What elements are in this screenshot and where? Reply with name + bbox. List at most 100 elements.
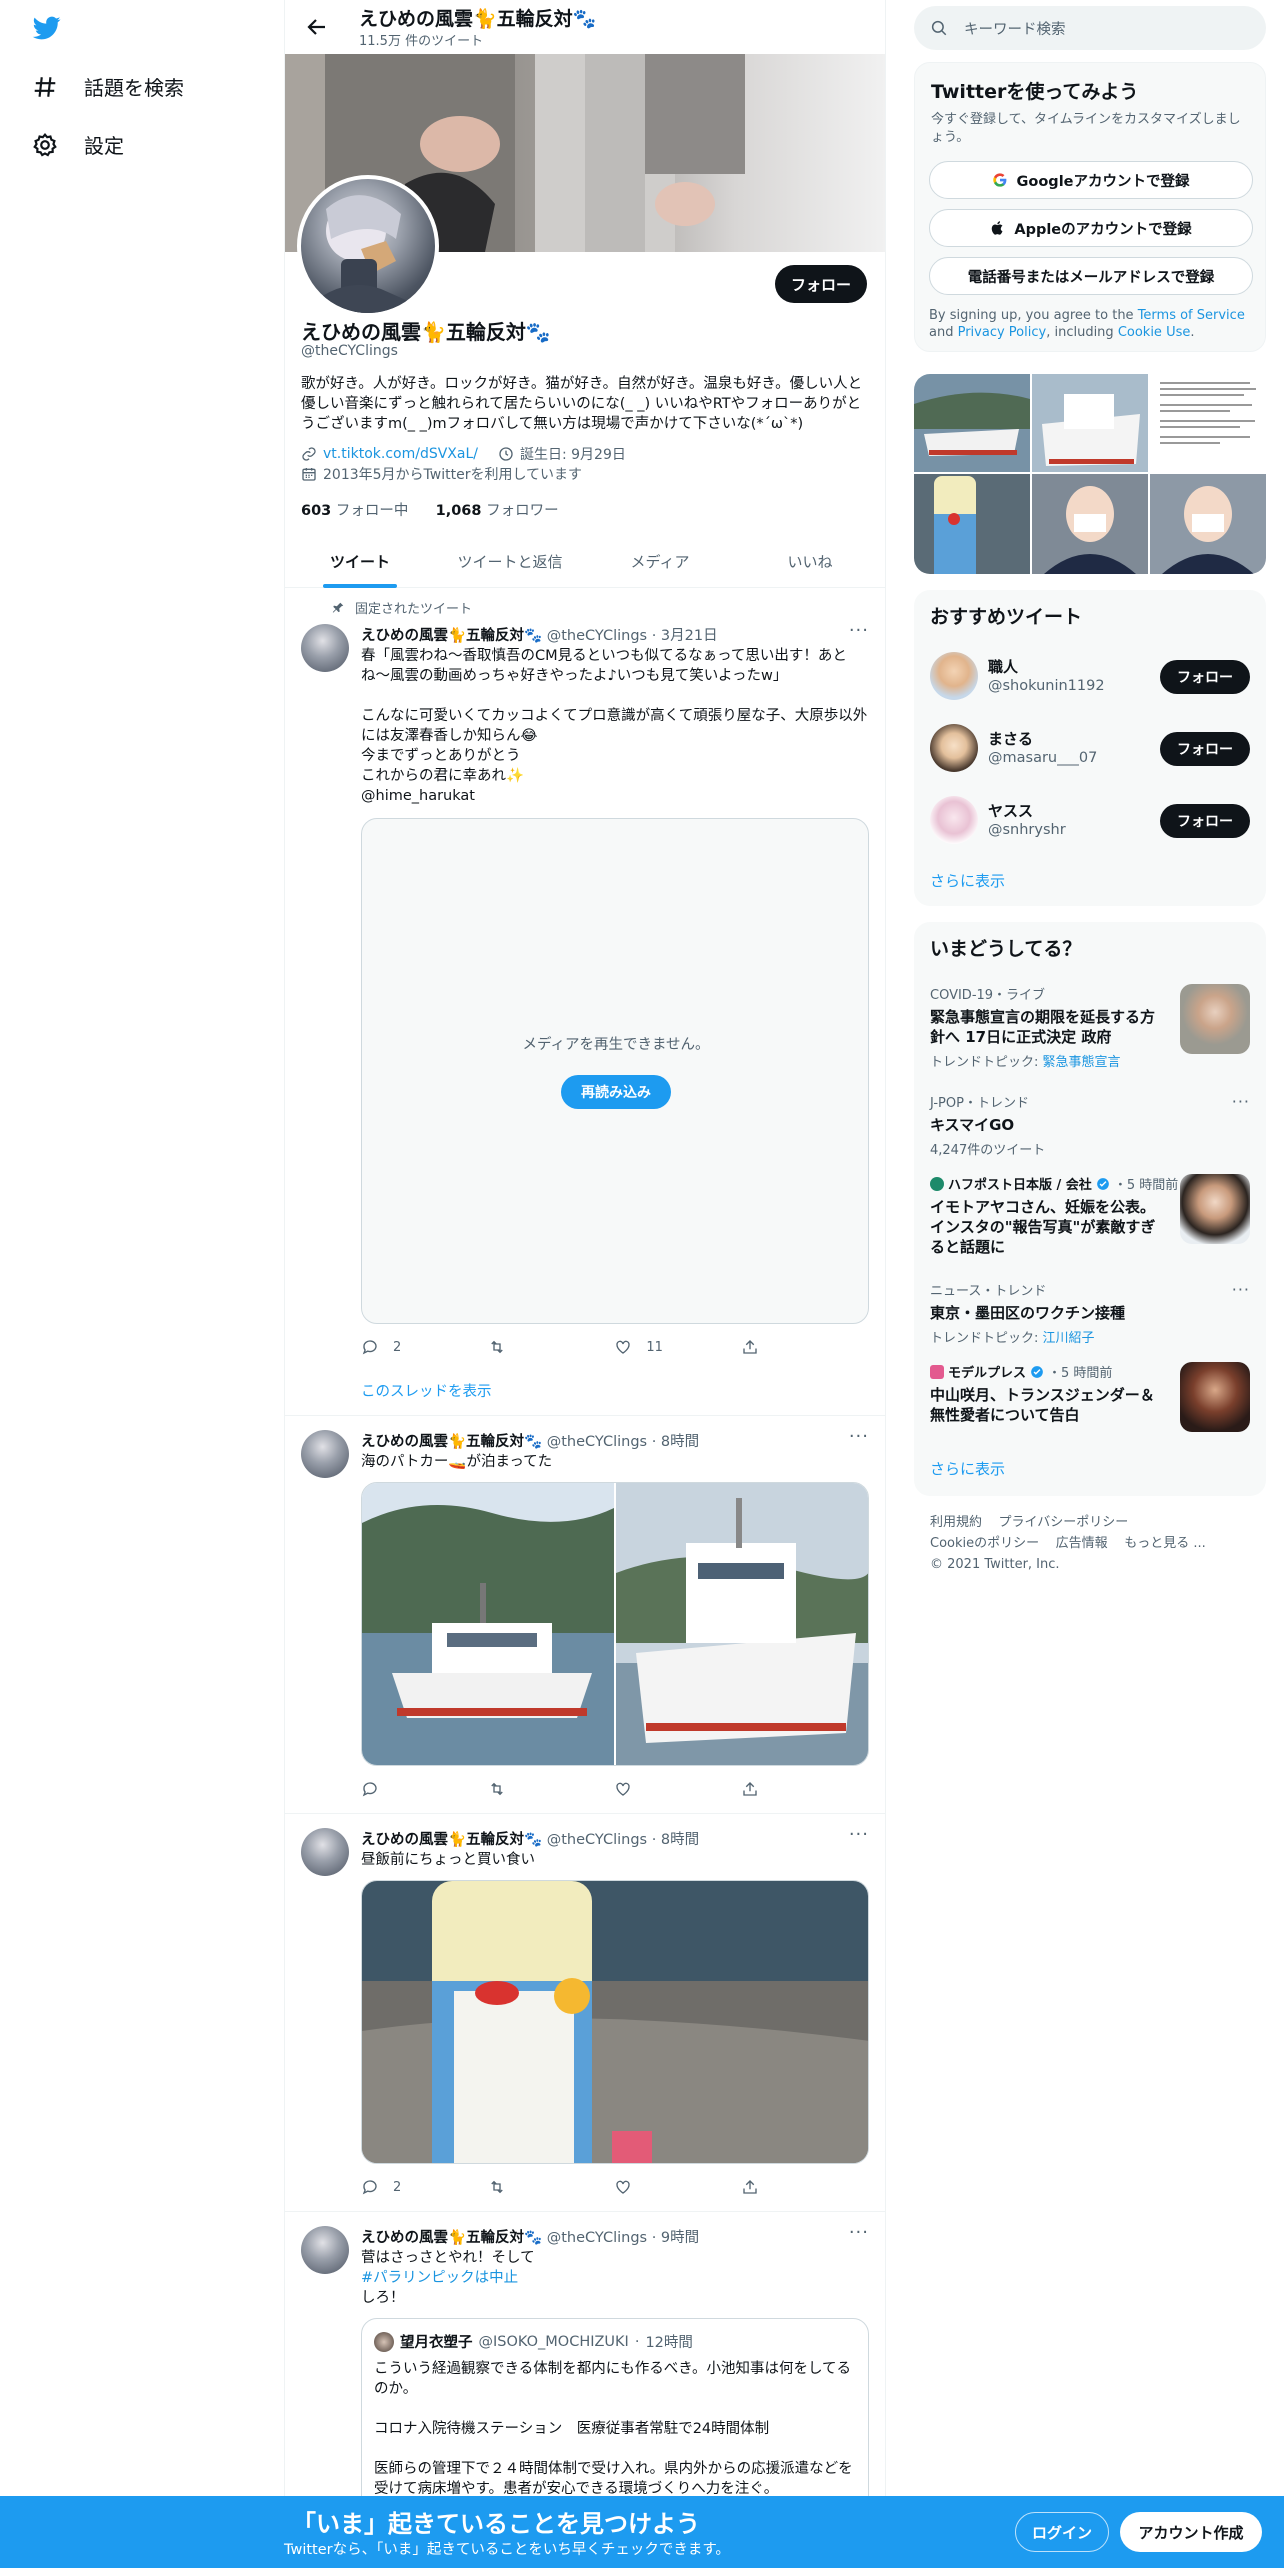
- nav-explore[interactable]: 話題を検索: [32, 72, 184, 101]
- more-options-icon[interactable]: ···: [849, 1426, 869, 1447]
- tweet-author-name[interactable]: えひめの風雲🐈五輪反対🐾: [361, 1832, 542, 1848]
- profile-header-bar: えひめの風雲🐈五輪反対🐾 11.5万 件のツイート: [285, 0, 885, 54]
- tweet-time[interactable]: 8時間: [661, 1832, 699, 1848]
- profile-handle: @theCYClings: [301, 343, 398, 359]
- cookie-link[interactable]: Cookie Use: [1118, 325, 1191, 340]
- quoted-tweet[interactable]: 望月衣塑子 @ISOKO_MOCHIZUKI · 12時間 こういう経過観察できる体…: [361, 2318, 869, 2518]
- tweet-pinned[interactable]: 固定されたツイート えひめの風雲🐈五輪反対🐾 @theCYClings · 3月…: [285, 588, 885, 1416]
- like-button[interactable]: [614, 1780, 714, 1798]
- tweet-avatar[interactable]: [301, 1430, 349, 1478]
- tweet-quote[interactable]: えひめの風雲🐈五輪反対🐾 @theCYClings · 9時間 ··· 菅はさっ…: [285, 2212, 885, 2518]
- more-options-icon[interactable]: ···: [849, 1824, 869, 1845]
- like-button[interactable]: 11: [614, 1338, 714, 1356]
- tab-tweets-replies[interactable]: ツイートと返信: [435, 536, 585, 587]
- tweet-author-name[interactable]: えひめの風雲🐈五輪反対🐾: [361, 2230, 542, 2246]
- tweet-boat[interactable]: えひめの風雲🐈五輪反対🐾 @theCYClings · 8時間 ··· 海のパト…: [285, 1416, 885, 1814]
- trend-topic-link[interactable]: 江川紹子: [1043, 1331, 1095, 1346]
- share-button[interactable]: [741, 1338, 781, 1356]
- drink-photo[interactable]: [362, 1881, 869, 2164]
- reply-button[interactable]: 2: [361, 1338, 461, 1356]
- following-link[interactable]: 603 フォロー中: [301, 503, 408, 519]
- trend-item[interactable]: ニュース・トレンド 東京・墨田区のワクチン接種 トレンドトピック: 江川紹子 ·…: [930, 1280, 1250, 1346]
- recommended-follow-button[interactable]: フォロー: [1160, 804, 1250, 838]
- recommended-follow-button[interactable]: フォロー: [1160, 732, 1250, 766]
- profile-avatar[interactable]: [297, 175, 439, 317]
- share-button[interactable]: [741, 2178, 781, 2196]
- twitter-logo-icon[interactable]: [30, 14, 64, 42]
- tweet-photos[interactable]: [361, 1880, 869, 2164]
- recommended-user-row[interactable]: まさる @masaru___07 フォロー: [930, 718, 1250, 778]
- tab-tweets[interactable]: ツイート: [285, 536, 435, 588]
- phone-email-signup-button[interactable]: 電話番号またはメールアドレスで登録: [929, 257, 1253, 295]
- trend-item[interactable]: COVID-19・ライブ 緊急事態宣言の期限を延長する方針へ 17日に正式決定 …: [930, 984, 1250, 1080]
- recommended-user-row[interactable]: 職人 @shokunin1192 フォロー: [930, 646, 1250, 706]
- recommended-user-row[interactable]: ヤスス @snhryshr フォロー: [930, 790, 1250, 850]
- more-options-icon[interactable]: ···: [849, 620, 869, 641]
- retweet-button[interactable]: [488, 1780, 588, 1798]
- trends-show-more[interactable]: さらに表示: [930, 1458, 1005, 1479]
- login-button[interactable]: ログイン: [1015, 2512, 1109, 2552]
- nav-settings[interactable]: 設定: [32, 130, 124, 159]
- like-button[interactable]: [614, 2178, 714, 2196]
- recommended-avatar[interactable]: [930, 796, 978, 844]
- terms-and: and: [929, 325, 958, 340]
- tab-likes[interactable]: いいね: [735, 536, 885, 587]
- tweet-avatar[interactable]: [301, 1828, 349, 1876]
- footer-more-link[interactable]: もっと見る ...: [1124, 1536, 1206, 1551]
- reload-button[interactable]: 再読み込み: [561, 1075, 671, 1109]
- recommended-show-more[interactable]: さらに表示: [930, 870, 1005, 891]
- show-thread-link[interactable]: このスレッドを表示: [361, 1380, 492, 1401]
- tweet-author-handle[interactable]: @theCYClings: [547, 1832, 647, 1848]
- footer-ads-link[interactable]: 広告情報: [1056, 1536, 1108, 1551]
- footer-terms-link[interactable]: 利用規約: [930, 1515, 982, 1530]
- google-signup-button[interactable]: Googleアカウントで登録: [929, 161, 1253, 199]
- boat-photo-1[interactable]: [362, 1483, 614, 1766]
- footer-cookie-link[interactable]: Cookieのポリシー: [930, 1536, 1039, 1551]
- trend-item[interactable]: モデルプレス ・5 時間前 中山咲月、トランスジェンダー＆無性愛者について告白: [930, 1362, 1250, 1434]
- trend-item[interactable]: ハフポスト日本版 / 会社 ・5 時間前 イモトアヤコさん、妊娠を公表。インスタ…: [930, 1174, 1250, 1270]
- reply-button[interactable]: [361, 1780, 461, 1798]
- tab-media[interactable]: メディア: [585, 536, 735, 587]
- apple-signup-button[interactable]: Appleのアカウントで登録: [929, 209, 1253, 247]
- more-options-icon[interactable]: ···: [849, 2222, 869, 2243]
- share-button[interactable]: [741, 1780, 781, 1798]
- follow-button[interactable]: フォロー: [775, 265, 867, 303]
- footer-privacy-link[interactable]: プライバシーポリシー: [999, 1515, 1129, 1530]
- back-arrow-icon[interactable]: [305, 15, 329, 39]
- retweet-button[interactable]: [488, 1338, 588, 1356]
- tweet-author-handle[interactable]: @theCYClings: [547, 1434, 647, 1450]
- tweet-time[interactable]: 3月21日: [661, 628, 718, 644]
- hashtag-link[interactable]: #パラリンピックは中止: [361, 2270, 518, 2286]
- more-options-icon[interactable]: ···: [1232, 1092, 1250, 1111]
- tweet-author-name[interactable]: えひめの風雲🐈五輪反対🐾: [361, 1434, 542, 1450]
- tweet-photos[interactable]: [361, 1482, 869, 1766]
- quoted-time: 12時間: [645, 2335, 693, 2351]
- reply-icon: [362, 1340, 377, 1355]
- tweet-time[interactable]: 8時間: [661, 1434, 699, 1450]
- tweet-avatar[interactable]: [301, 624, 349, 672]
- profile-link[interactable]: vt.tiktok.com/dSVXaL/: [323, 446, 478, 462]
- tweet-author-handle[interactable]: @theCYClings: [547, 628, 647, 644]
- terms-link[interactable]: Terms of Service: [1138, 308, 1245, 323]
- recommended-avatar[interactable]: [930, 724, 978, 772]
- reply-button[interactable]: 2: [361, 2178, 461, 2196]
- retweet-button[interactable]: [488, 2178, 588, 2196]
- boat-photo-2[interactable]: [616, 1483, 869, 1766]
- tweet-author-handle[interactable]: @theCYClings: [547, 2230, 647, 2246]
- tweet-time[interactable]: 9時間: [661, 2230, 699, 2246]
- more-options-icon[interactable]: ···: [1232, 1280, 1250, 1299]
- trend-topic-link[interactable]: 緊急事態宣言: [1043, 1055, 1121, 1070]
- media-grid-photos[interactable]: [914, 374, 1266, 574]
- trend-item[interactable]: J-POP・トレンド キスマイGO 4,247件のツイート ···: [930, 1092, 1250, 1158]
- signup-button[interactable]: アカウント作成: [1120, 2512, 1262, 2552]
- recommended-avatar[interactable]: [930, 652, 978, 700]
- recommended-follow-button[interactable]: フォロー: [1160, 660, 1250, 694]
- search-box[interactable]: キーワード検索: [914, 6, 1266, 50]
- privacy-link[interactable]: Privacy Policy: [958, 325, 1047, 340]
- profile-column: えひめの風雲🐈五輪反対🐾 11.5万 件のツイート フォロー えひめの風雲🐈五輪…: [284, 0, 886, 2568]
- tweet-avatar[interactable]: [301, 2226, 349, 2274]
- search-input[interactable]: キーワード検索: [964, 18, 1066, 39]
- tweet-drink[interactable]: えひめの風雲🐈五輪反対🐾 @theCYClings · 8時間 ··· 昼飯前に…: [285, 1814, 885, 2212]
- tweet-author-name[interactable]: えひめの風雲🐈五輪反対🐾: [361, 628, 542, 644]
- followers-link[interactable]: 1,068 フォロワー: [436, 503, 559, 519]
